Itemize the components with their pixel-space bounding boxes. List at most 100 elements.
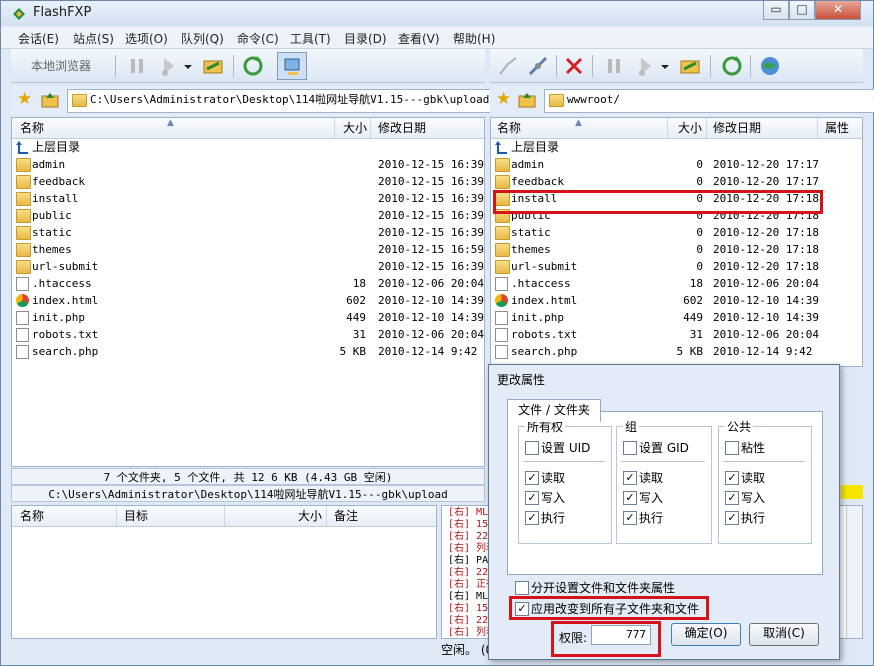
local-file-row[interactable]: admin 2010-12-15 16:39 — [12, 156, 484, 173]
local-col-size[interactable]: 大小 — [343, 118, 367, 138]
local-up-row[interactable]: 上层目录 — [12, 139, 484, 156]
disconnect-icon[interactable] — [526, 54, 550, 78]
file-date: 2010-12-06 20:04 — [713, 277, 819, 290]
local-file-row[interactable]: .htaccess 18 2010-12-06 20:04 — [12, 275, 484, 292]
separate-attributes-checkbox[interactable] — [515, 581, 529, 595]
sync-browse-button[interactable] — [277, 52, 307, 80]
flashfxp-logo-icon — [13, 8, 25, 20]
group-label: 组 — [623, 418, 640, 435]
permission-input[interactable]: 777 — [591, 625, 651, 645]
connect-icon[interactable] — [496, 54, 520, 78]
remote-file-row[interactable]: .htaccess 18 2010-12-06 20:04 — [491, 275, 862, 292]
remote-transfer-icon[interactable] — [634, 54, 658, 78]
local-file-row[interactable]: search.php 5 KB 2010-12-14 9:42 — [12, 343, 484, 360]
local-browser-button[interactable]: 本地浏览器 — [31, 57, 91, 74]
remote-dropdown-arrow-icon[interactable] — [658, 54, 672, 78]
local-file-row[interactable]: url-submit 2010-12-15 16:39 — [12, 258, 484, 275]
menu-session[interactable]: 会话(E) — [18, 30, 59, 47]
close-button[interactable]: ✕ — [815, 1, 861, 20]
local-col-name[interactable]: 名称 — [20, 118, 44, 138]
menu-queue[interactable]: 队列(Q) — [181, 30, 224, 47]
remote-path-input[interactable]: wwwroot/ ▼ — [544, 89, 874, 113]
file-name: themes — [32, 243, 72, 256]
remote-col-size[interactable]: 大小 — [678, 118, 702, 138]
cancel-button[interactable]: 取消(C) — [749, 623, 819, 646]
group-setgid-checkbox[interactable] — [623, 441, 637, 455]
remote-col-name[interactable]: 名称 — [497, 118, 521, 138]
local-file-row[interactable]: feedback 2010-12-15 16:39 — [12, 173, 484, 190]
queue-col-target[interactable]: 目标 — [124, 506, 148, 526]
local-file-row[interactable]: static 2010-12-15 16:39 — [12, 224, 484, 241]
menu-sites[interactable]: 站点(S) — [73, 30, 114, 47]
local-file-row[interactable]: themes 2010-12-15 16:59 — [12, 241, 484, 258]
remote-parent-folder-icon[interactable] — [518, 91, 536, 109]
remote-col-attr[interactable]: 属性 — [825, 118, 849, 138]
owner-exec-checkbox[interactable]: ✓ — [525, 511, 539, 525]
file-name: static — [32, 226, 72, 239]
menu-commands[interactable]: 命令(C) — [237, 30, 279, 47]
owner-write-checkbox[interactable]: ✓ — [525, 491, 539, 505]
tab-file-folder[interactable]: 文件 / 文件夹 — [507, 399, 601, 422]
refresh-icon[interactable] — [241, 54, 265, 78]
pause-icon[interactable] — [125, 54, 149, 78]
remote-file-row[interactable]: feedback 0 2010-12-20 17:17 — [491, 173, 862, 190]
remote-file-row[interactable]: url-submit 0 2010-12-20 17:18 — [491, 258, 862, 275]
remote-pause-icon[interactable] — [602, 54, 626, 78]
log-scrollbar[interactable] — [846, 506, 862, 638]
minimize-button[interactable]: ▭ — [763, 1, 789, 20]
maximize-button[interactable]: □ — [789, 1, 815, 20]
globe-icon[interactable] — [758, 54, 782, 78]
local-col-date[interactable]: 修改日期 — [378, 118, 426, 138]
dropdown-arrow-icon[interactable] — [181, 54, 195, 78]
public-exec-checkbox[interactable]: ✓ — [725, 511, 739, 525]
queue-col-size[interactable]: 大小 — [298, 506, 322, 526]
refresh-folder-icon[interactable] — [201, 54, 225, 78]
file-name: index.html — [511, 294, 578, 307]
local-path-input[interactable]: C:\Users\Administrator\Desktop\114啦网址导航V… — [67, 89, 505, 113]
menu-options[interactable]: 选项(O) — [125, 30, 168, 47]
remote-col-date[interactable]: 修改日期 — [713, 118, 761, 138]
remote-file-row[interactable]: themes 0 2010-12-20 17:18 — [491, 241, 862, 258]
apply-recursive-checkbox[interactable]: ✓ — [515, 602, 529, 616]
local-file-row[interactable]: public 2010-12-15 16:39 — [12, 207, 484, 224]
local-file-row[interactable]: robots.txt 31 2010-12-06 20:04 — [12, 326, 484, 343]
owner-read-checkbox[interactable]: ✓ — [525, 471, 539, 485]
remote-refresh-icon[interactable] — [720, 54, 744, 78]
remote-file-row[interactable]: robots.txt 31 2010-12-06 20:04 — [491, 326, 862, 343]
local-file-row[interactable]: init.php 449 2010-12-10 14:39 — [12, 309, 484, 326]
remote-file-row[interactable]: admin 0 2010-12-20 17:17 — [491, 156, 862, 173]
menu-view[interactable]: 查看(V) — [398, 30, 440, 47]
group-write-checkbox[interactable]: ✓ — [623, 491, 637, 505]
remote-refresh-folder-icon[interactable] — [678, 54, 702, 78]
sticky-checkbox[interactable] — [725, 441, 739, 455]
parent-folder-icon[interactable] — [41, 91, 59, 109]
remote-file-row[interactable]: index.html 602 2010-12-10 14:39 — [491, 292, 862, 309]
remote-file-row[interactable]: init.php 449 2010-12-10 14:39 — [491, 309, 862, 326]
abort-icon[interactable] — [562, 54, 586, 78]
local-address-bar: ★ C:\Users\Administrator\Desktop\114啦网址导… — [11, 85, 505, 115]
menu-directory[interactable]: 目录(D) — [344, 30, 387, 47]
local-file-row[interactable]: install 2010-12-15 16:39 — [12, 190, 484, 207]
owner-setuid-checkbox[interactable] — [525, 441, 539, 455]
owner-write-label: 写入 — [541, 491, 566, 505]
remote-favorites-star-icon[interactable]: ★ — [496, 89, 511, 109]
queue-col-note[interactable]: 备注 — [334, 506, 358, 526]
group-read-checkbox[interactable]: ✓ — [623, 471, 637, 485]
public-write-checkbox[interactable]: ✓ — [725, 491, 739, 505]
group-exec-checkbox[interactable]: ✓ — [623, 511, 637, 525]
file-icon — [495, 328, 508, 342]
file-size: 0 — [696, 243, 703, 256]
file-name: init.php — [511, 311, 564, 324]
favorites-star-icon[interactable]: ★ — [17, 89, 32, 109]
remote-file-row[interactable]: static 0 2010-12-20 17:18 — [491, 224, 862, 241]
transfer-icon[interactable] — [157, 54, 181, 78]
menu-tools[interactable]: 工具(T) — [290, 30, 331, 47]
local-file-row[interactable]: index.html 602 2010-12-10 14:39 — [12, 292, 484, 309]
menu-help[interactable]: 帮助(H) — [453, 30, 495, 47]
remote-up-row[interactable]: 上层目录 — [491, 139, 862, 156]
ok-button[interactable]: 确定(O) — [671, 623, 741, 646]
file-date: 2010-12-15 16:39 — [378, 226, 484, 239]
public-read-checkbox[interactable]: ✓ — [725, 471, 739, 485]
queue-col-name[interactable]: 名称 — [20, 506, 44, 526]
remote-file-row[interactable]: search.php 5 KB 2010-12-14 9:42 — [491, 343, 862, 360]
